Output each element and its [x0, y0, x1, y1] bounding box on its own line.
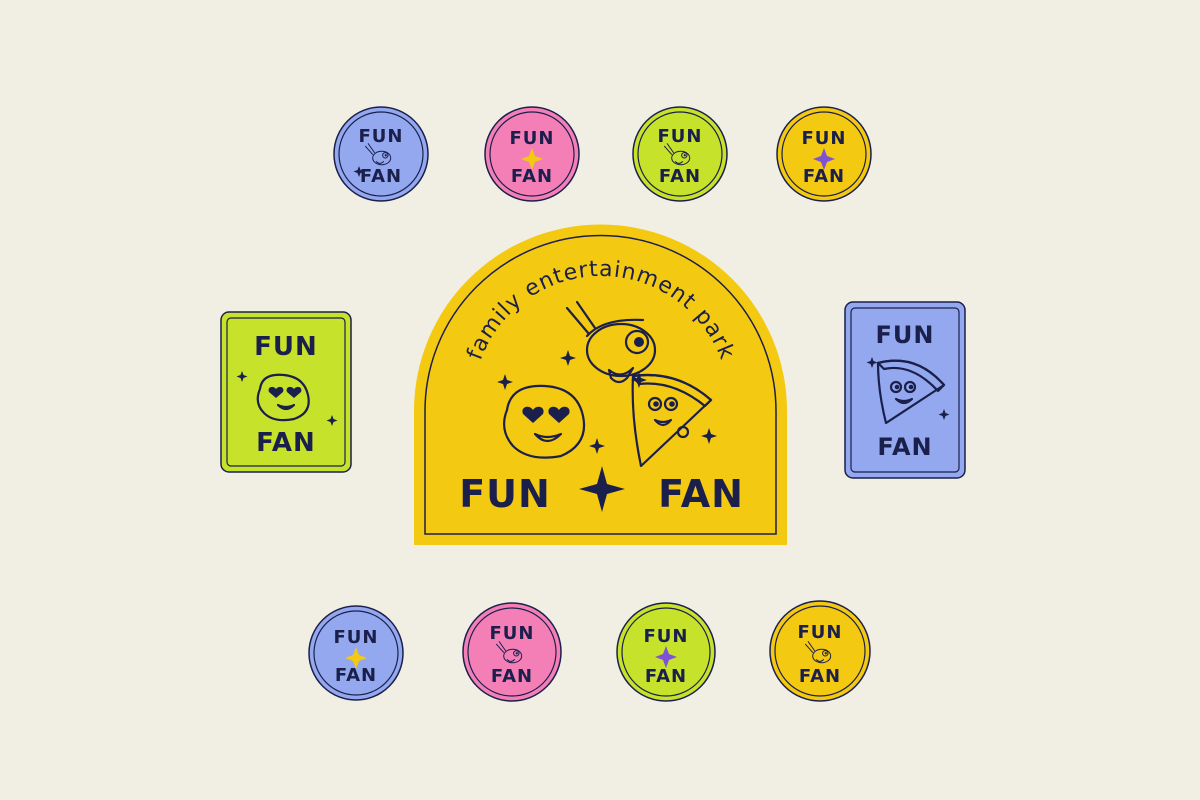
round-sticker-bottom-3: FUN FAN	[616, 602, 716, 702]
word-fan: FAN	[256, 428, 316, 458]
round-sticker-top-1: FUN FAN	[333, 106, 429, 202]
round-sticker-bottom-2: FUN FAN	[462, 602, 562, 702]
word-fun: FUN	[490, 623, 535, 644]
word-fun: FUN	[802, 128, 847, 149]
word-fan: FAN	[659, 166, 701, 187]
round-sticker-bottom-1: FUN FAN	[308, 605, 404, 701]
word-fan: FAN	[799, 666, 841, 687]
word-fan: FAN	[360, 166, 402, 187]
word-fun: FUN	[798, 622, 843, 643]
rect-sticker-right: FUN FAN	[844, 301, 966, 479]
word-fan: FAN	[491, 666, 533, 687]
word-fun: FUN	[359, 126, 404, 147]
round-sticker-svg: FUN FAN	[333, 106, 429, 202]
round-sticker-top-2: FUN FAN	[484, 106, 580, 202]
rect-sticker-left: FUN FAN	[220, 311, 352, 473]
word-fan: FAN	[645, 666, 687, 687]
round-sticker-top-4: FUN FAN	[776, 106, 872, 202]
word-fun: FUN	[254, 332, 318, 362]
word-fun: FUN	[876, 321, 935, 349]
round-sticker-top-3: FUN FAN	[632, 106, 728, 202]
word-fun: FUN	[644, 626, 689, 647]
word-fun: FUN	[334, 627, 379, 648]
word-fan: FAN	[877, 433, 932, 461]
round-sticker-bottom-4: FUN FAN	[769, 600, 871, 702]
word-fun: FUN	[510, 128, 555, 149]
word-fan: FAN	[658, 472, 744, 516]
center-badge: family entertainment park FUN FAN	[413, 224, 788, 546]
word-fun: FUN	[658, 126, 703, 147]
word-fun: FUN	[459, 472, 551, 516]
